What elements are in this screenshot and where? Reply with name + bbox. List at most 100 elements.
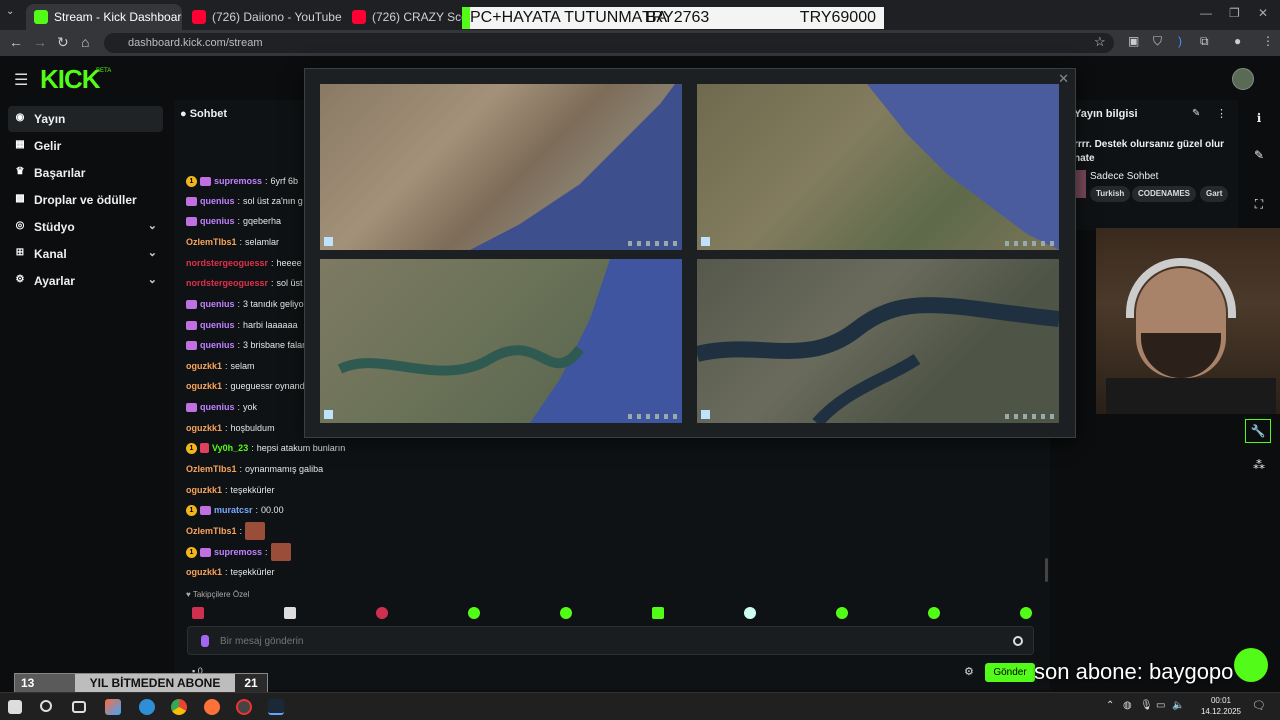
satellite-map-tile[interactable]: [697, 259, 1059, 423]
map-controls[interactable]: [1005, 241, 1055, 246]
task-view-icon[interactable]: [72, 701, 86, 713]
bookmark-star-icon[interactable]: ☆: [1094, 34, 1106, 50]
chat-username[interactable]: oguzkk1: [186, 563, 222, 581]
map-controls[interactable]: [1005, 414, 1055, 419]
satellite-map-tile[interactable]: [320, 259, 682, 423]
minimize-icon[interactable]: —: [1200, 6, 1212, 20]
window-close-icon[interactable]: ✕: [1258, 6, 1268, 20]
chat-scrollbar[interactable]: [1045, 558, 1048, 582]
sidebar-item-ayarlar[interactable]: ⚙ Ayarlar ⌄: [8, 268, 163, 294]
shield-icon[interactable]: ⛉: [1153, 34, 1162, 49]
satellite-map-tile[interactable]: [697, 84, 1059, 250]
avatar[interactable]: [1232, 68, 1254, 90]
extensions-puzzle-icon[interactable]: ⧉: [1200, 34, 1209, 49]
expand-icon[interactable]: ⛶: [1251, 196, 1267, 212]
microphone-icon[interactable]: [201, 635, 209, 647]
pencil-icon[interactable]: ✎: [1251, 147, 1267, 163]
send-button[interactable]: Gönder: [985, 663, 1035, 682]
map-controls[interactable]: [628, 414, 678, 419]
tag-chip[interactable]: Turkish: [1090, 186, 1131, 202]
profile-icon[interactable]: ●: [1234, 34, 1241, 48]
chat-username[interactable]: oguzkk1: [186, 481, 222, 499]
copilot-icon[interactable]: [105, 699, 121, 715]
chat-username[interactable]: quenius: [200, 398, 235, 416]
emote-icon[interactable]: [376, 607, 388, 619]
tab-list-button[interactable]: ⌄: [6, 6, 14, 17]
network-icon[interactable]: ▭: [1156, 700, 1165, 711]
kick-logo[interactable]: KICK: [40, 64, 101, 95]
tray-app-icon[interactable]: ◍: [1123, 700, 1132, 711]
info-icon[interactable]: ℹ: [1251, 110, 1267, 126]
satellite-map-tile[interactable]: [320, 84, 682, 250]
sidebar-item-studyo[interactable]: ◎ Stüdyo ⌄: [8, 214, 163, 240]
more-options-icon[interactable]: ⋮: [1216, 107, 1227, 120]
chat-username[interactable]: quenius: [200, 295, 235, 313]
notification-icon[interactable]: 🗨: [1252, 699, 1266, 712]
sidebar-item-droplar[interactable]: ▩ Droplar ve ödüller: [8, 187, 163, 213]
sidebar-item-yayin[interactable]: ◉ Yayın: [8, 106, 163, 132]
sidebar-item-kanal[interactable]: ⊞ Kanal ⌄: [8, 241, 163, 267]
obs-icon[interactable]: [236, 699, 252, 715]
emote-icon[interactable]: [192, 607, 204, 619]
chat-username[interactable]: OzlemTlbs1: [186, 460, 237, 478]
tab-youtube-crazy[interactable]: (726) CRAZY Scenes and Al: [344, 4, 464, 30]
menu-dots-icon[interactable]: ⋮: [1262, 34, 1274, 48]
chat-username[interactable]: quenius: [200, 336, 235, 354]
chat-username[interactable]: nordstergeoguessr: [186, 274, 268, 292]
chat-username[interactable]: quenius: [200, 316, 235, 334]
chat-username[interactable]: quenius: [200, 192, 235, 210]
emote-icon[interactable]: [652, 607, 664, 619]
edge-icon[interactable]: [139, 699, 155, 715]
chat-username[interactable]: oguzkk1: [186, 357, 222, 375]
microphone-icon[interactable]: 🎙: [1140, 700, 1153, 711]
chat-username[interactable]: nordstergeoguessr: [186, 254, 268, 272]
emote-icon[interactable]: [928, 607, 940, 619]
home-icon[interactable]: ⌂: [81, 34, 89, 50]
maximize-icon[interactable]: ❐: [1229, 6, 1240, 20]
sidebar-item-basarilar[interactable]: ♛ Başarılar: [8, 160, 163, 186]
chat-username[interactable]: supremoss: [214, 172, 262, 190]
stream-category[interactable]: Sadece Sohbet: [1090, 171, 1158, 182]
chrome-icon[interactable]: [171, 699, 187, 715]
volume-icon[interactable]: 🔈: [1172, 700, 1184, 711]
popup-close-icon[interactable]: ✕: [1058, 71, 1069, 87]
chat-username[interactable]: supremoss: [214, 543, 262, 561]
chat-username[interactable]: OzlemTlbs1: [186, 522, 237, 540]
chat-username[interactable]: quenius: [200, 212, 235, 230]
back-icon[interactable]: ←: [9, 34, 23, 50]
translate-icon[interactable]: ): [1178, 34, 1182, 48]
system-clock[interactable]: 00:01 14.12.2025: [1198, 695, 1244, 717]
forward-icon[interactable]: →: [33, 34, 47, 50]
reload-icon[interactable]: ↻: [57, 34, 69, 51]
chat-settings-icon[interactable]: ⚙: [964, 665, 974, 678]
chat-username[interactable]: oguzkk1: [186, 377, 222, 395]
edit-pencil-icon[interactable]: ✎: [1192, 108, 1200, 119]
wrench-icon[interactable]: 🔧: [1245, 419, 1271, 443]
chat-username[interactable]: muratcsr: [214, 501, 253, 519]
emote-icon[interactable]: [284, 607, 296, 619]
search-icon[interactable]: [40, 700, 52, 712]
steam-icon[interactable]: [268, 699, 284, 715]
sidebar-item-gelir[interactable]: ▦ Gelir: [8, 133, 163, 159]
chat-message-input[interactable]: [220, 632, 1000, 650]
emote-icon[interactable]: [836, 607, 848, 619]
tag-chip[interactable]: Gart: [1200, 186, 1228, 202]
tab-youtube-daiiono[interactable]: (726) Daiiono - YouTube ✕: [184, 4, 344, 30]
address-bar[interactable]: dashboard.kick.com/stream: [104, 33, 1114, 53]
hamburger-menu-icon[interactable]: ☰: [14, 70, 28, 90]
tag-chip[interactable]: CODENAMES: [1132, 186, 1197, 202]
firefox-icon[interactable]: [204, 699, 220, 715]
map-controls[interactable]: [628, 241, 678, 246]
tab-kick-dashboard[interactable]: Stream - Kick Dashboard ✕: [26, 4, 182, 30]
chat-username[interactable]: oguzkk1: [186, 419, 222, 437]
emote-icon[interactable]: [744, 607, 756, 619]
nodes-icon[interactable]: ⁂: [1251, 457, 1267, 473]
chat-username[interactable]: OzlemTlbs1: [186, 233, 237, 251]
windows-start-icon[interactable]: [8, 700, 22, 714]
chat-username[interactable]: Vy0h_23: [212, 439, 248, 457]
emote-icon[interactable]: [1020, 607, 1032, 619]
extension-icon[interactable]: ▣: [1128, 34, 1139, 48]
emoji-picker-icon[interactable]: [1013, 636, 1023, 646]
tray-chevron-icon[interactable]: ⌃: [1106, 700, 1114, 711]
emote-icon[interactable]: [560, 607, 572, 619]
